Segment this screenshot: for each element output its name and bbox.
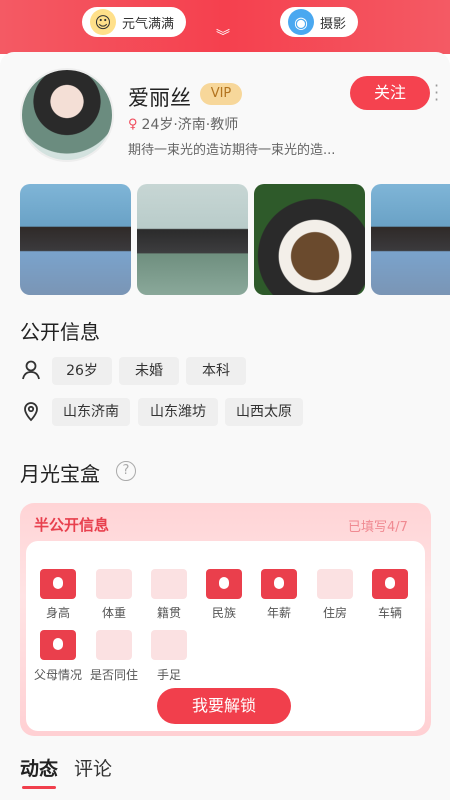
filled-count: 已填写4/7: [348, 520, 408, 535]
info-item-label: 父母情况: [33, 668, 82, 682]
profile-meta: ♀ 24岁·济南·教师: [128, 114, 238, 134]
info-item-empty-icon[interactable]: [151, 630, 187, 660]
info-item-label: 籍贯: [156, 606, 181, 620]
follow-button[interactable]: 关注: [350, 76, 430, 110]
help-icon[interactable]: ?: [116, 461, 136, 481]
tab-posts[interactable]: 动态: [20, 754, 58, 789]
hobby-tag-label: 摄影: [320, 16, 347, 32]
person-icon: [20, 359, 42, 381]
female-icon: ♀: [128, 116, 138, 132]
info-item-lock-icon[interactable]: [206, 569, 242, 599]
unlock-button[interactable]: 我要解锁: [157, 688, 291, 724]
location-icon: [20, 400, 42, 422]
gallery-photo[interactable]: [20, 184, 131, 295]
info-item-label: 车辆: [377, 606, 402, 620]
camera-icon: ◉: [288, 9, 314, 35]
top-banner: ☺ 元气满满 ◉ 摄影 ︾: [0, 0, 450, 54]
info-item-lock-icon[interactable]: [40, 630, 76, 660]
info-item-label: 是否同住: [89, 668, 138, 682]
info-item-label: 民族: [211, 606, 236, 620]
profile-meta-text: 24岁·济南·教师: [141, 117, 239, 133]
info-item-lock-icon[interactable]: [261, 569, 297, 599]
chip-location: 山东济南: [52, 398, 130, 426]
public-info-title: 公开信息: [20, 320, 100, 344]
gallery-photo[interactable]: [254, 184, 365, 295]
info-item-label: 身高: [45, 606, 70, 620]
chip-age: 26岁: [52, 357, 112, 385]
tab-comments[interactable]: 评论: [74, 754, 112, 781]
info-item-empty-icon[interactable]: [151, 569, 187, 599]
info-item-lock-icon[interactable]: [372, 569, 408, 599]
moon-box-title: 月光宝盒: [20, 462, 100, 486]
more-options-icon[interactable]: · · ·: [434, 78, 439, 108]
content-tabs: 动态 评论: [20, 754, 128, 789]
info-item-empty-icon[interactable]: [317, 569, 353, 599]
info-item-empty-icon[interactable]: [96, 630, 132, 660]
info-item-label: 住房: [322, 606, 347, 620]
info-item-label: 手足: [156, 668, 181, 682]
mood-tag-label: 元气满满: [122, 16, 175, 32]
hobby-tag[interactable]: ◉ 摄影: [280, 7, 359, 37]
chip-location: 山西太原: [225, 398, 303, 426]
info-item-empty-icon[interactable]: [96, 569, 132, 599]
photo-gallery[interactable]: [20, 184, 450, 296]
info-item-label: 体重: [101, 606, 126, 620]
gallery-photo[interactable]: [137, 184, 248, 295]
chip-education: 本科: [186, 357, 246, 385]
avatar[interactable]: [20, 68, 114, 162]
chevron-down-icon[interactable]: ︾: [216, 30, 230, 44]
chip-location: 山东潍坊: [138, 398, 218, 426]
semi-public-title: 半公开信息: [34, 516, 110, 534]
profile-bio: 期待一束光的造访期待一束光的造...: [128, 143, 336, 158]
info-item-lock-icon[interactable]: [40, 569, 76, 599]
mood-tag[interactable]: ☺ 元气满满: [82, 7, 187, 37]
info-item-label: 年薪: [266, 606, 291, 620]
emoji-icon: ☺: [90, 9, 116, 35]
vip-badge: VIP: [200, 83, 242, 105]
profile-name: 爱丽丝: [128, 86, 191, 110]
gallery-photo[interactable]: [371, 184, 450, 295]
chip-marital: 未婚: [119, 357, 179, 385]
